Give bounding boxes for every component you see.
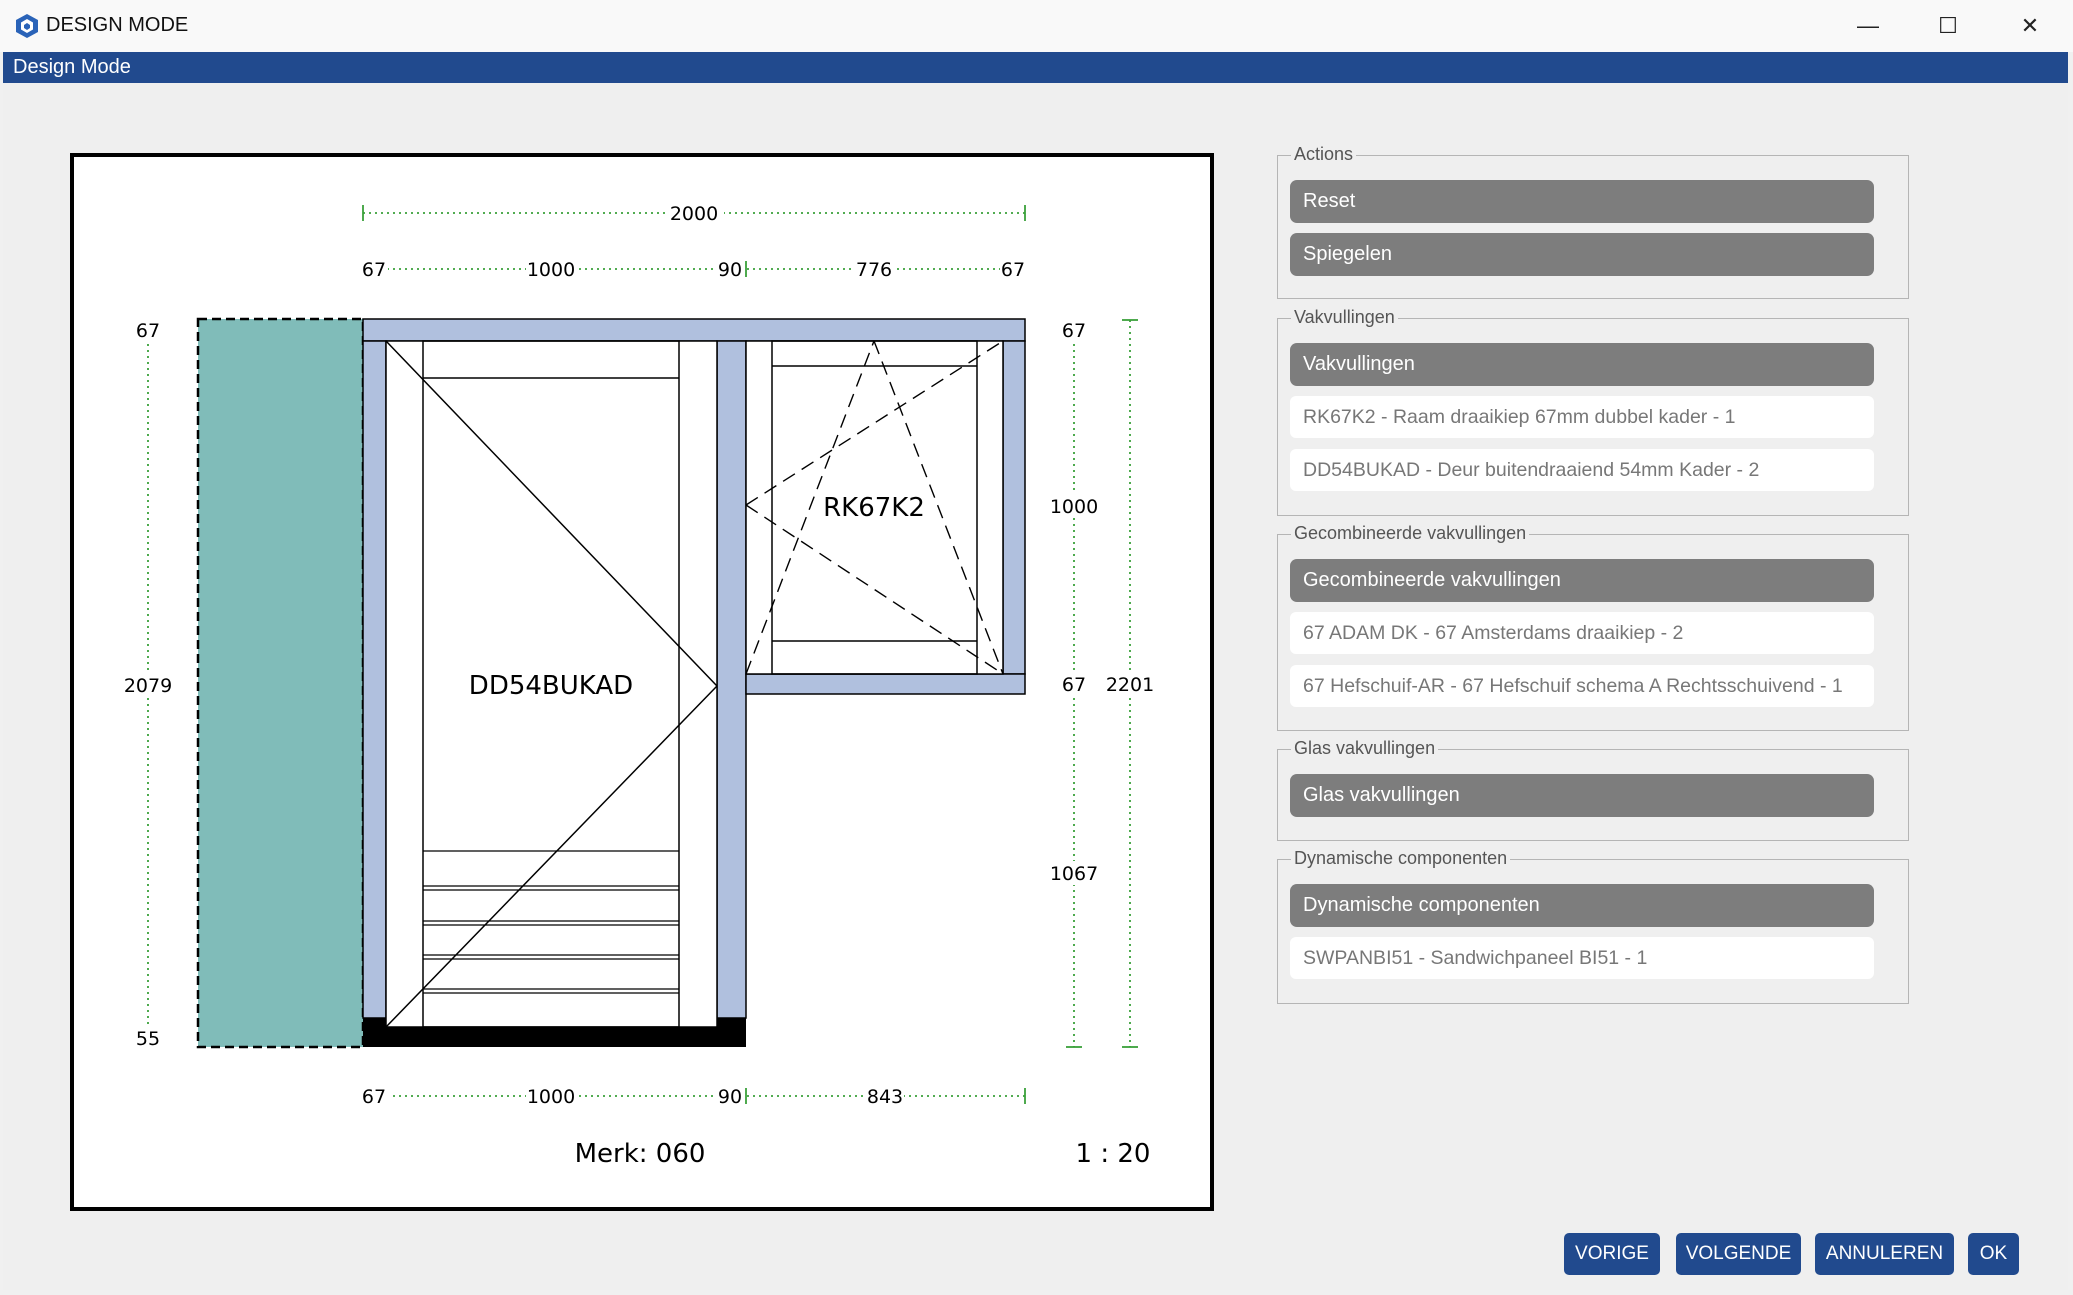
vakvullingen-button[interactable]: Vakvullingen: [1290, 343, 1874, 386]
ok-button[interactable]: OK: [1968, 1233, 2019, 1275]
design-drawing[interactable]: 2000 67 1000 90 776 67 67 1000 90 843 67…: [70, 153, 1214, 1211]
glas-legend: Glas vakvullingen: [1291, 738, 1439, 758]
dim-left-2079: 2079: [124, 675, 172, 697]
dim-bot-67: 67: [362, 1086, 386, 1108]
gecombineerde-item-hefschuif[interactable]: 67 Hefschuif-AR - 67 Hefschuif schema A …: [1290, 665, 1874, 707]
menu-bar: Design Mode: [3, 52, 2068, 83]
dim-left-55: 55: [136, 1028, 160, 1050]
scale-label: 1 : 20: [1076, 1139, 1151, 1169]
vakvullingen-legend: Vakvullingen: [1291, 307, 1398, 327]
vakvulling-item-dd54bukad[interactable]: DD54BUKAD - Deur buitendraaiend 54mm Kad…: [1290, 449, 1874, 491]
glas-button[interactable]: Glas vakvullingen: [1290, 774, 1874, 817]
dim-top-776: 776: [856, 259, 892, 281]
merk-label: Merk: 060: [575, 1139, 706, 1169]
dim-bot-1000: 1000: [527, 1086, 575, 1108]
vakvullingen-group: Vakvullingen Vakvullingen RK67K2 - Raam …: [1277, 307, 1909, 516]
cancel-button[interactable]: ANNULEREN: [1815, 1233, 1954, 1275]
reset-button[interactable]: Reset: [1290, 180, 1874, 223]
dim-right-1067: 1067: [1050, 863, 1098, 885]
dim-top-67b: 67: [1001, 259, 1025, 281]
sandwich-panel[interactable]: [196, 317, 365, 1049]
dim-bot-843: 843: [867, 1086, 903, 1108]
glas-group: Glas vakvullingen Glas vakvullingen: [1277, 738, 1909, 841]
actions-group: Actions Reset Spiegelen: [1277, 144, 1909, 299]
dim-right-67b: 67: [1062, 674, 1086, 696]
next-button[interactable]: VOLGENDE: [1676, 1233, 1801, 1275]
dynamische-legend: Dynamische componenten: [1291, 848, 1511, 868]
gecombineerde-button[interactable]: Gecombineerde vakvullingen: [1290, 559, 1874, 602]
vakvulling-item-rk67k2[interactable]: RK67K2 - Raam draaikiep 67mm dubbel kade…: [1290, 396, 1874, 438]
close-button[interactable]: ✕: [1990, 0, 2070, 52]
dim-right-2201: 2201: [1106, 674, 1154, 696]
dim-right-67a: 67: [1062, 320, 1086, 342]
dynamische-item-swpanbi51[interactable]: SWPANBI51 - Sandwichpaneel BI51 - 1: [1290, 937, 1874, 979]
window-title: DESIGN MODE: [46, 14, 189, 36]
dim-bot-90: 90: [718, 1086, 742, 1108]
gecombineerde-group: Gecombineerde vakvullingen Gecombineerde…: [1277, 523, 1909, 731]
gecombineerde-legend: Gecombineerde vakvullingen: [1291, 523, 1530, 543]
dim-top-90: 90: [718, 259, 742, 281]
gecombineerde-item-adam[interactable]: 67 ADAM DK - 67 Amsterdams draaikiep - 2: [1290, 612, 1874, 654]
actions-legend: Actions: [1291, 144, 1357, 164]
dim-left-67: 67: [136, 320, 160, 342]
maximize-button[interactable]: ☐: [1908, 0, 1988, 52]
menu-bar-title: Design Mode: [13, 56, 131, 78]
previous-button[interactable]: VORIGE: [1564, 1233, 1660, 1275]
dynamische-group: Dynamische componenten Dynamische compon…: [1277, 848, 1909, 1004]
sketchup-logo-icon: [16, 14, 38, 38]
dim-top-1000: 1000: [527, 259, 575, 281]
dim-right-1000: 1000: [1050, 496, 1098, 518]
dim-top-67a: 67: [362, 259, 386, 281]
dynamische-button[interactable]: Dynamische componenten: [1290, 884, 1874, 927]
title-bar: DESIGN MODE — ☐ ✕: [0, 0, 2073, 52]
spiegelen-button[interactable]: Spiegelen: [1290, 233, 1874, 276]
window-label: RK67K2: [823, 493, 925, 523]
door-label: DD54BUKAD: [469, 671, 633, 701]
minimize-button[interactable]: —: [1828, 0, 1908, 52]
dim-top-total: 2000: [670, 203, 718, 225]
